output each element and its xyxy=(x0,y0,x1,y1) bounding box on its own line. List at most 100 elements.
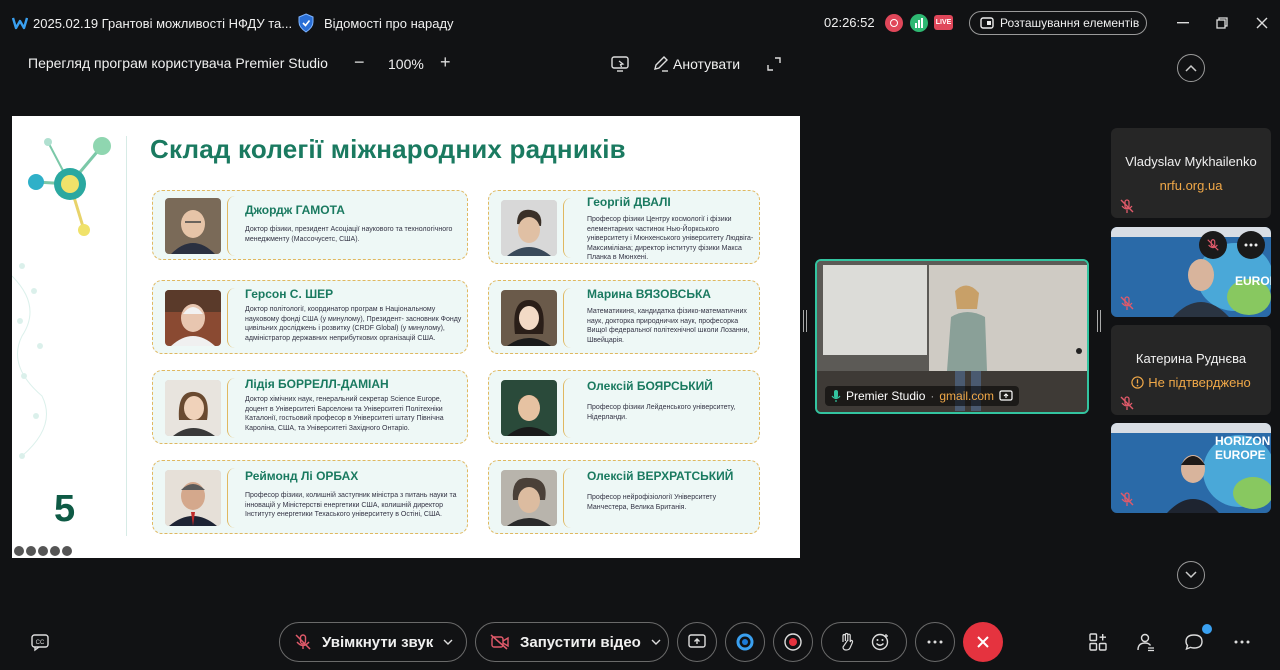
meeting-timer: 02:26:52 xyxy=(824,15,875,30)
person-description: Математикиня, кандидатка фізико-математи… xyxy=(587,308,750,344)
participant-org: nrfu.org.ua xyxy=(1159,178,1223,193)
microphone-icon xyxy=(831,390,841,402)
raise-hand-icon[interactable] xyxy=(838,632,856,652)
mic-muted-icon xyxy=(1207,239,1219,251)
banner-text-europe: EUROPE xyxy=(1215,448,1266,462)
participant-tile[interactable]: Vladyslav Mykhailenko nrfu.org.ua xyxy=(1111,128,1271,218)
close-icon[interactable] xyxy=(1252,13,1272,33)
participant-tile[interactable]: Катерина Руднєва Не підтверджено xyxy=(1111,325,1271,415)
person-card: Лідія БОРРЕЛЛ-ДАМІАН Доктор хімічних нау… xyxy=(152,370,468,444)
person-photo xyxy=(501,470,557,526)
remote-control-icon[interactable] xyxy=(611,55,629,73)
mic-muted-icon xyxy=(1120,199,1134,213)
slide-pen-icon[interactable] xyxy=(26,546,36,556)
person-photo xyxy=(501,380,557,436)
person-name: Джордж ГАМОТА xyxy=(245,203,345,217)
zoom-in-button[interactable]: + xyxy=(440,52,451,73)
layout-button-label: Розташування елементів xyxy=(1000,16,1140,30)
more-options-icon[interactable] xyxy=(1237,231,1265,259)
speaker-name: Premier Studio xyxy=(846,389,926,403)
record-button[interactable] xyxy=(773,622,813,662)
live-badge: LIVE xyxy=(934,15,953,30)
speaker-name-tag: Premier Studio · gmail.com xyxy=(825,386,1020,406)
person-photo xyxy=(165,290,221,346)
webex-assistant-button[interactable] xyxy=(725,622,765,662)
person-card: Олексій БОЯРСЬКИЙ Професор фізики Лейден… xyxy=(488,370,760,444)
recording-icon[interactable] xyxy=(885,14,903,32)
chat-icon[interactable] xyxy=(1184,632,1204,652)
chat-notification-badge xyxy=(1202,624,1212,634)
apps-icon[interactable] xyxy=(1088,632,1108,652)
participants-icon[interactable] xyxy=(1136,632,1156,652)
warning-icon xyxy=(1131,376,1144,389)
restore-icon[interactable] xyxy=(1212,13,1232,33)
more-options-button[interactable] xyxy=(915,622,955,662)
slide-menu-icon[interactable] xyxy=(50,546,60,556)
start-video-button[interactable]: Запустити відео xyxy=(475,622,669,662)
participant-tile[interactable]: EUROPE xyxy=(1111,227,1271,317)
slide-divider xyxy=(126,136,127,536)
participant-tile[interactable]: HORIZON EUROPE xyxy=(1111,423,1271,513)
webex-logo-icon xyxy=(12,17,28,30)
minimize-icon[interactable] xyxy=(1173,13,1193,33)
participant-status-text: Не підтверджено xyxy=(1148,375,1251,390)
person-card: Герсон С. ШЕР Доктор політології, коорди… xyxy=(152,280,468,354)
participant-name: Vladyslav Mykhailenko xyxy=(1125,154,1257,169)
person-photo xyxy=(501,200,557,256)
person-card: Реймонд Лі ОРБАХ Професор фізики, колишн… xyxy=(152,460,468,534)
person-card: Олексій ВЕРХРАТСЬКИЙ Професор нейрофізіо… xyxy=(488,460,760,534)
share-button[interactable] xyxy=(677,622,717,662)
person-card: Георгій ДВАЛІ Професор фізики Центру кос… xyxy=(488,190,760,264)
slide-next-icon[interactable] xyxy=(62,546,72,556)
speaker-email: gmail.com xyxy=(939,389,995,403)
share-screen-icon xyxy=(999,390,1013,401)
slide-nav-controls[interactable] xyxy=(14,546,72,556)
assistant-icon xyxy=(736,633,754,651)
expand-icon[interactable] xyxy=(765,55,783,73)
person-name: Реймонд Лі ОРБАХ xyxy=(245,469,359,483)
emoji-icon[interactable] xyxy=(870,632,890,652)
reactions-group[interactable] xyxy=(821,622,907,662)
person-name: Марина ВЯЗОВСЬКА xyxy=(587,287,711,301)
annotate-pen-icon[interactable] xyxy=(652,55,670,73)
leave-meeting-button[interactable] xyxy=(963,622,1003,662)
more-icon[interactable] xyxy=(1232,632,1252,652)
zoom-out-button[interactable]: − xyxy=(354,52,365,73)
mic-muted-icon xyxy=(295,634,311,650)
layout-button[interactable]: Розташування елементів xyxy=(969,11,1147,35)
participant-status: Не підтверджено xyxy=(1111,375,1271,390)
person-photo xyxy=(501,290,557,346)
slide-prev-icon[interactable] xyxy=(14,546,24,556)
chevron-down-icon[interactable] xyxy=(651,639,661,645)
pane-splitter[interactable] xyxy=(1097,310,1101,332)
shield-icon[interactable] xyxy=(297,13,315,33)
captions-icon[interactable]: CC xyxy=(30,632,50,652)
person-card: Марина ВЯЗОВСЬКА Математикиня, кандидатк… xyxy=(488,280,760,354)
person-card: Джордж ГАМОТА Доктор фізики, президент А… xyxy=(152,190,468,260)
participants-scroll-down[interactable] xyxy=(1177,561,1205,589)
meeting-controls-bar: CC Увімкнути звук Запустити відео xyxy=(0,618,1280,670)
pane-splitter[interactable] xyxy=(803,310,807,332)
person-description: Доктор політології, координатор програм … xyxy=(245,306,462,342)
annotate-button[interactable]: Анотувати xyxy=(673,56,740,72)
start-video-label: Запустити відео xyxy=(520,633,641,651)
meeting-info-link[interactable]: Відомості про нараду xyxy=(324,16,454,31)
share-screen-icon xyxy=(688,634,706,648)
chevron-up-icon xyxy=(1185,64,1197,72)
person-photo xyxy=(165,198,221,254)
unmute-label: Увімкнути звук xyxy=(322,633,434,651)
camera-off-icon xyxy=(490,634,509,650)
meeting-title[interactable]: 2025.02.19 Грантові можливості НФДУ та..… xyxy=(33,16,292,31)
title-bar: 2025.02.19 Грантові можливості НФДУ та..… xyxy=(0,0,1280,46)
participants-scroll-up[interactable] xyxy=(1177,54,1205,82)
network-stats-icon[interactable] xyxy=(910,14,928,32)
person-name: Лідія БОРРЕЛЛ-ДАМІАН xyxy=(245,377,389,391)
chevron-down-icon[interactable] xyxy=(443,639,453,645)
slide-captions-icon[interactable] xyxy=(38,546,48,556)
person-name: Герсон С. ШЕР xyxy=(245,287,334,301)
person-description: Професор фізики Лейденського університет… xyxy=(587,404,736,421)
participant-name: Катерина Руднєва xyxy=(1135,351,1247,366)
share-viewer-title: Перегляд програм користувача Premier Stu… xyxy=(28,55,328,71)
unmute-button[interactable]: Увімкнути звук xyxy=(279,622,467,662)
active-speaker-video[interactable]: Premier Studio · gmail.com xyxy=(815,259,1089,414)
